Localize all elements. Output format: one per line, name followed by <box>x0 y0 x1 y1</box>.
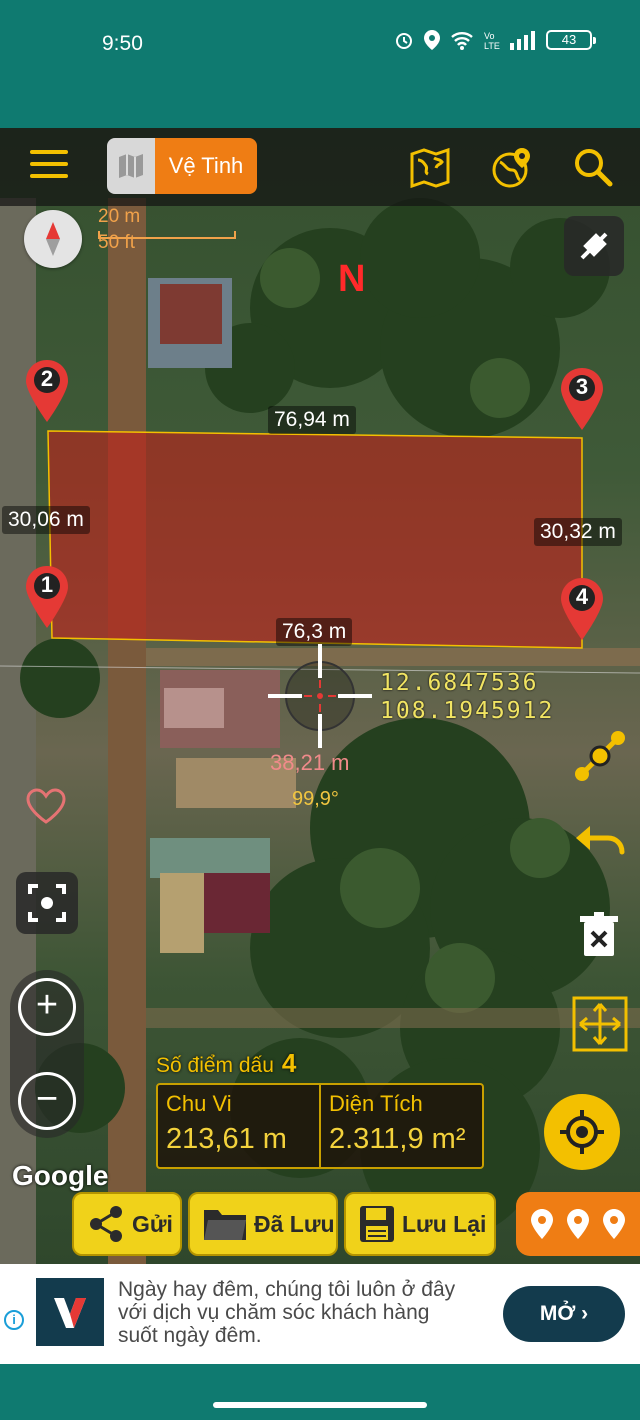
folder-icon <box>204 1210 246 1240</box>
send-button[interactable]: Gửi <box>72 1192 182 1256</box>
ad-banner[interactable]: i Ngày hay đêm, chúng tôi luôn ở đây với… <box>0 1264 640 1364</box>
right-edge-length: 30,32 m <box>534 518 622 546</box>
crosshair-latitude: 12.6847536 <box>380 670 539 696</box>
perimeter-label: Chu Vi <box>166 1091 232 1116</box>
zoom-controls: + − <box>10 970 84 1138</box>
marker-pin-1[interactable]: 1 <box>26 566 68 628</box>
my-location-button[interactable] <box>544 1094 620 1170</box>
measure-line-icon[interactable] <box>570 726 630 786</box>
saved-button[interactable]: Đã Lưu <box>188 1192 338 1256</box>
globe-pin-icon[interactable] <box>490 146 534 190</box>
ad-info-icon[interactable]: i <box>4 1310 24 1330</box>
save-label: Lưu Lại <box>402 1210 487 1237</box>
crosshair-longitude: 108.1945912 <box>380 698 555 724</box>
points-value: 4 <box>281 1048 297 1078</box>
signal-icon <box>510 31 535 50</box>
save-button[interactable]: Lưu Lại <box>344 1192 496 1256</box>
google-attribution: Google <box>12 1160 109 1191</box>
send-label: Gửi <box>132 1210 173 1237</box>
markers-button[interactable] <box>516 1192 640 1256</box>
gps-target-icon <box>560 1110 604 1154</box>
crosshair-distance: 38,21 m <box>270 750 350 775</box>
north-indicator: N <box>338 258 366 300</box>
advertiser-logo <box>36 1278 104 1346</box>
svg-text:Vo: Vo <box>484 31 495 41</box>
favorite-heart-icon[interactable] <box>26 788 66 824</box>
area-label: Diện Tích <box>329 1091 423 1116</box>
scale-metric: 20 m <box>98 206 141 227</box>
zoom-out-button[interactable]: − <box>18 1072 76 1130</box>
compass-needle-icon <box>46 222 60 256</box>
volte-icon: VoLTE <box>484 31 500 50</box>
left-edge-length: 30,06 m <box>2 506 90 534</box>
battery-icon: 43 <box>546 30 596 50</box>
map-type-toggle[interactable]: Vệ Tinh <box>107 138 257 194</box>
svg-text:LTE: LTE <box>484 41 500 50</box>
area-value: 2.311,9 m² <box>329 1123 466 1155</box>
status-bar: 9:50 Vo LTE 43 <box>0 0 640 128</box>
pin-icon <box>531 1209 553 1239</box>
plug-icon[interactable] <box>564 216 624 276</box>
perimeter-value: 213,61 m <box>166 1123 287 1155</box>
map-scale: 20 m 50 ft <box>98 206 236 254</box>
delete-icon[interactable] <box>570 906 630 966</box>
points-label: Số điểm dấu <box>156 1054 274 1077</box>
share-icon <box>90 1206 122 1242</box>
points-count: Số điểm dấu 4 <box>156 1048 296 1079</box>
top-toolbar: Vệ Tinh <box>0 128 640 206</box>
crosshair-icon <box>268 644 372 748</box>
location-icon <box>424 30 440 50</box>
ad-open-button[interactable]: MỞ › <box>503 1286 625 1342</box>
menu-button[interactable] <box>30 150 68 182</box>
saved-label: Đã Lưu <box>254 1210 335 1237</box>
marker-pin-2[interactable]: 2 <box>26 360 68 422</box>
alarm-icon <box>396 33 412 49</box>
home-gesture-bar[interactable] <box>213 1402 427 1408</box>
screenshot-frame-icon <box>28 884 66 922</box>
pin-icon <box>567 1209 589 1239</box>
floppy-disk-icon <box>360 1206 394 1242</box>
zoom-in-button[interactable]: + <box>18 978 76 1036</box>
map-type-label: Vệ Tinh <box>155 138 257 194</box>
fit-bounds-icon[interactable] <box>570 994 630 1054</box>
ad-text: Ngày hay đêm, chúng tôi luôn ở đây với d… <box>118 1278 456 1347</box>
map-view[interactable]: Vệ Tinh 20 m 50 ft N 76,94 m 30,06 m 30,… <box>0 128 640 1264</box>
screenshot-button[interactable] <box>16 872 78 934</box>
measurement-summary: Chu Vi 213,61 m Diện Tích 2.311,9 m² <box>156 1083 484 1169</box>
compass-button[interactable] <box>24 210 82 268</box>
undo-icon[interactable] <box>570 816 630 876</box>
wifi-icon <box>451 32 473 50</box>
marker-pin-4[interactable]: 4 <box>561 578 603 640</box>
map-layers-icon <box>107 138 155 194</box>
pin-icon <box>603 1209 625 1239</box>
system-nav-bar <box>0 1364 640 1420</box>
bottom-edge-length: 76,3 m <box>276 618 353 646</box>
marker-pin-3[interactable]: 3 <box>561 368 603 430</box>
world-map-icon[interactable] <box>408 146 452 190</box>
crosshair-bearing: 99,9° <box>292 788 339 810</box>
search-icon[interactable] <box>572 146 616 190</box>
status-time: 9:50 <box>102 32 143 55</box>
top-edge-length: 76,94 m <box>268 406 356 434</box>
